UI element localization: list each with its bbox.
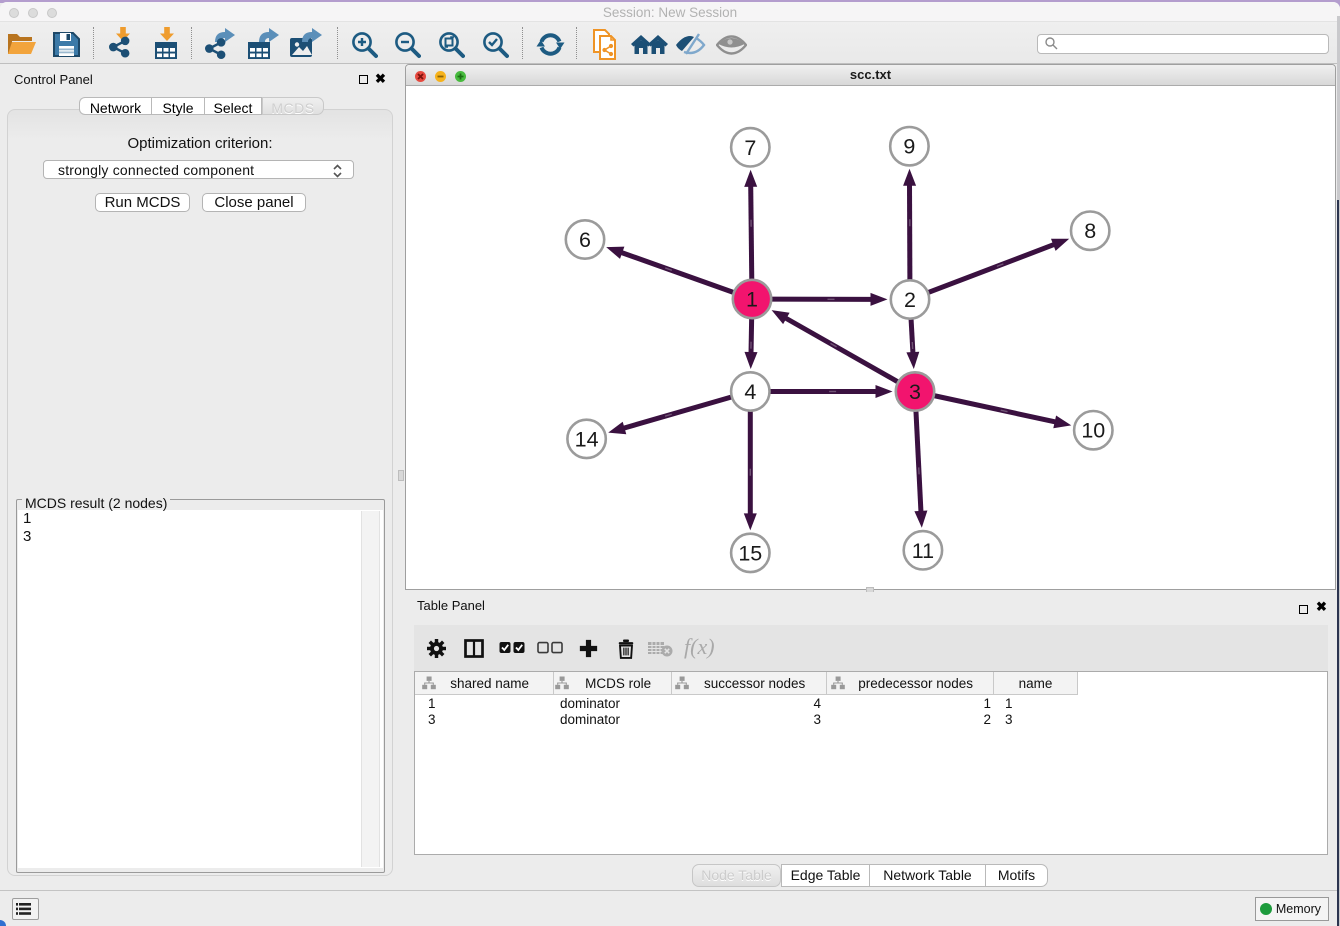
- svg-text:6: 6: [579, 228, 591, 252]
- svg-text:10: 10: [1081, 419, 1105, 443]
- svg-text:14: 14: [575, 427, 599, 451]
- svg-text:7: 7: [744, 136, 756, 160]
- svg-text:4: 4: [744, 380, 756, 404]
- svg-text:3: 3: [909, 380, 921, 404]
- svg-text:9: 9: [903, 135, 915, 159]
- svg-text:2: 2: [904, 288, 916, 312]
- svg-text:11: 11: [912, 539, 934, 563]
- svg-text:15: 15: [738, 541, 762, 565]
- svg-text:1: 1: [746, 288, 758, 312]
- svg-text:8: 8: [1084, 219, 1096, 243]
